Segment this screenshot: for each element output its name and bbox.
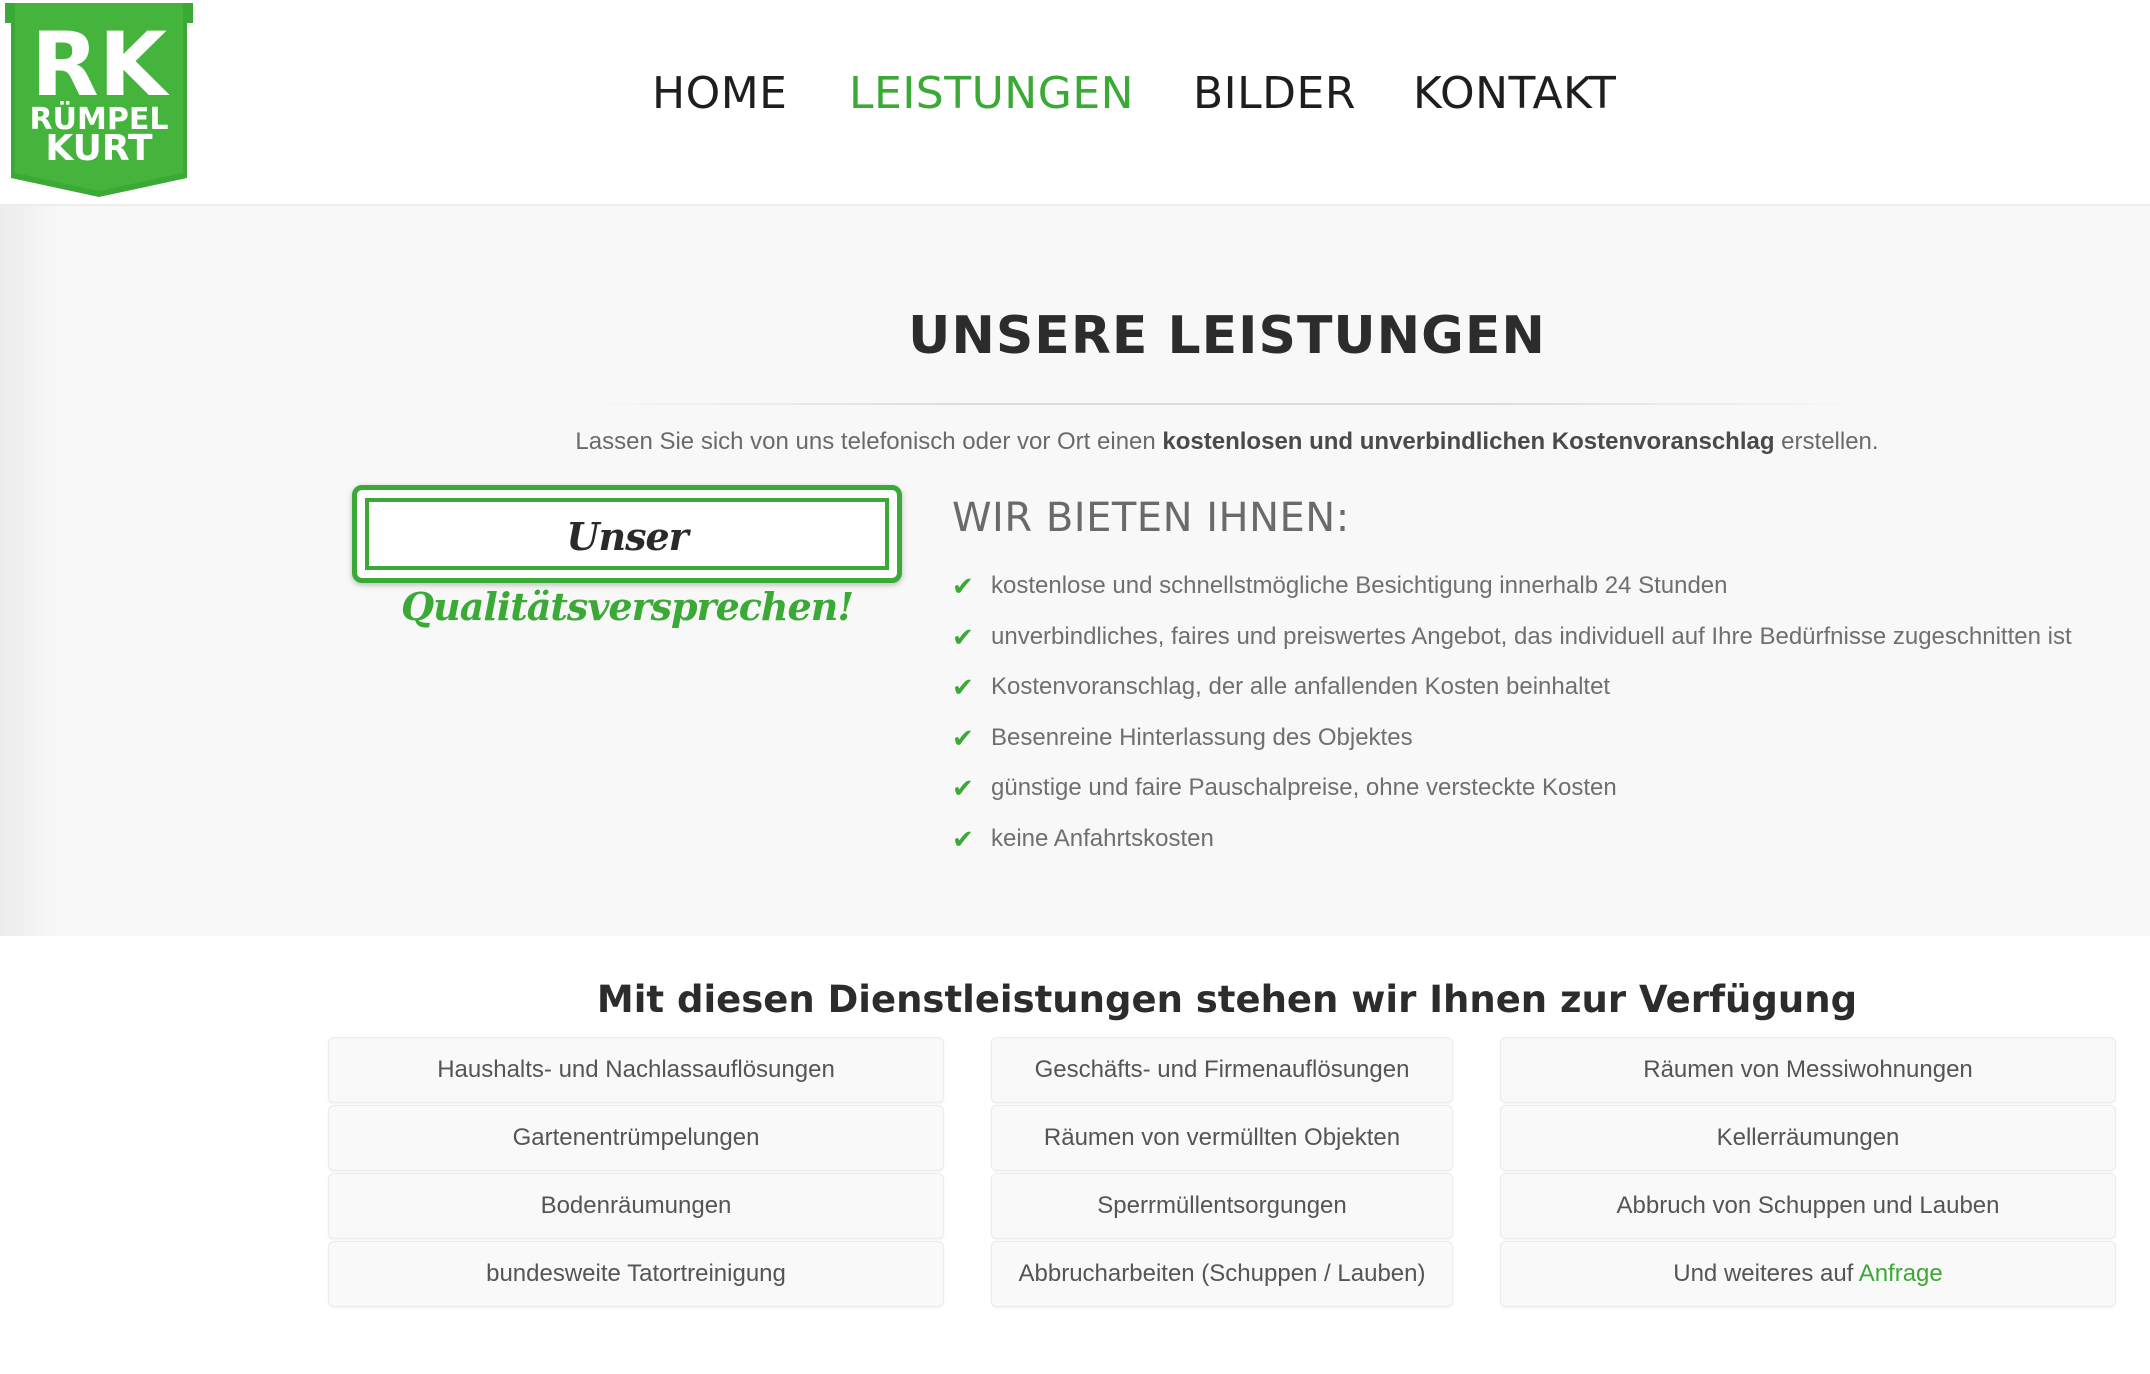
check-icon: ✔ — [952, 773, 974, 803]
offer-item: ✔ Kostenvoranschlag, der alle anfallenden… — [952, 673, 2072, 724]
service-tile: Räumen von vermüllten Objekten — [991, 1105, 1453, 1171]
services-heading: Mit diesen Dienstleistungen stehen wir I… — [596, 978, 1858, 1021]
badge-word-unser: Unser — [566, 514, 688, 559]
offer-item-text: Kostenvoranschlag, der alle anfallenden … — [991, 673, 1611, 700]
service-tile: Abbruch von Schuppen und Lauben — [1500, 1173, 2116, 1239]
service-tile: Gartenentrümpelungen — [328, 1105, 944, 1171]
offer-item-text: günstige und faire Pauschalpreise, ohne … — [991, 774, 1617, 801]
anfrage-link[interactable]: Anfrage — [1859, 1260, 1943, 1287]
offer-item-text: unverbindliches, faires und preiswertes … — [991, 622, 2072, 650]
service-tile: bundesweite Tatortreinigung — [328, 1241, 944, 1307]
service-tile: Abbrucharbeiten (Schuppen / Lauben) — [991, 1241, 1453, 1307]
quality-promise-inner: Unser Qualitätsversprechen! — [365, 498, 889, 629]
more-text: Und weiteres auf — [1673, 1260, 1859, 1287]
check-icon: ✔ — [952, 571, 974, 601]
check-icon: ✔ — [952, 672, 974, 702]
intro-text: Lassen Sie sich von uns telefonisch oder… — [0, 428, 2150, 456]
nav-kontakt[interactable]: KONTAKT — [1413, 68, 1616, 119]
page-title: UNSERE LEISTUNGEN — [908, 306, 1546, 366]
intro-text-bold: kostenlosen und unverbindlichen Kostenvo… — [1162, 428, 1775, 455]
service-tile: Räumen von Messiwohnungen — [1500, 1037, 2116, 1103]
service-tile: Sperrmüllentsorgungen — [991, 1173, 1453, 1239]
nav-home[interactable]: HOME — [652, 68, 787, 119]
nav-bilder[interactable]: BILDER — [1193, 68, 1356, 119]
offer-item: ✔ keine Anfahrtskosten — [952, 825, 2072, 876]
service-tile: Haushalts- und Nachlassauflösungen — [328, 1037, 944, 1103]
intro-text-post: erstellen. — [1774, 428, 1879, 455]
offer-list: ✔ kostenlose und schnellstmögliche Besich… — [952, 572, 2072, 875]
title-divider — [590, 403, 1860, 405]
service-tile-more: Und weiteres auf Anfrage — [1500, 1241, 2116, 1307]
offer-item: ✔ Besenreine Hinterlassung des Objektes — [952, 724, 2072, 775]
offer-item-text: keine Anfahrtskosten — [991, 824, 1214, 852]
check-icon: ✔ — [952, 823, 974, 854]
main-nav: HOME LEISTUNGEN BILDER KONTAKT — [0, 68, 2150, 128]
site-header: RK RÜMPEL KURT HOME LEISTUNGEN BILDER KO… — [0, 0, 2150, 206]
offer-item-text: kostenlose und schnellstmögliche Besicht… — [991, 572, 1728, 599]
offer-item: ✔ unverbindliches, faires und preiswertes… — [952, 623, 2072, 674]
service-tile: Bodenräumungen — [328, 1173, 944, 1239]
service-tile: Geschäfts- und Firmenauflösungen — [991, 1037, 1453, 1103]
check-icon: ✔ — [952, 722, 974, 753]
quality-promise-badge: Unser Qualitätsversprechen! — [352, 485, 902, 629]
intro-text-pre: Lassen Sie sich von uns telefonisch oder… — [575, 428, 1163, 455]
logo-line2: KURT — [45, 128, 153, 169]
badge-word-qualitaet: Qualitätsversprechen! — [400, 584, 854, 629]
check-icon: ✔ — [952, 621, 974, 652]
offer-item: ✔ kostenlose und schnellstmögliche Besich… — [952, 572, 2072, 623]
offer-item-text: Besenreine Hinterlassung des Objektes — [991, 723, 1413, 751]
nav-leistungen[interactable]: LEISTUNGEN — [849, 68, 1134, 119]
offer-item: ✔ günstige und faire Pauschalpreise, ohne… — [952, 774, 2072, 825]
offer-heading: WIR BIETEN IHNEN: — [952, 495, 1350, 541]
service-tile: Kellerräumungen — [1500, 1105, 2116, 1171]
